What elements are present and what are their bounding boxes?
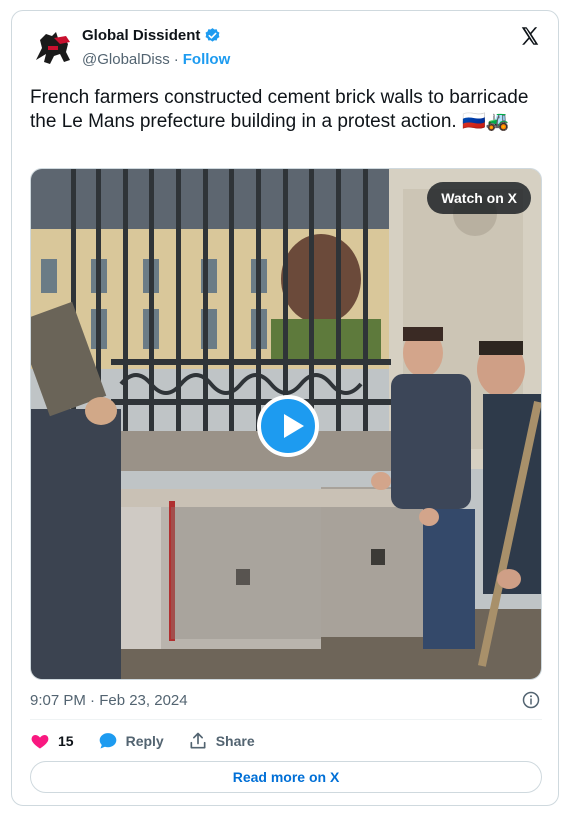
verified-badge-icon (205, 28, 220, 42)
author-handle[interactable]: @GlobalDiss (82, 51, 170, 68)
follow-button[interactable]: Follow (183, 51, 231, 68)
share-button[interactable]: Share (188, 731, 255, 751)
share-icon (190, 732, 206, 749)
info-icon[interactable] (522, 691, 540, 709)
watch-on-x-button[interactable]: Watch on X (427, 182, 531, 214)
reply-bubble-icon (99, 733, 116, 749)
author-handle-row: @GlobalDiss · Follow (82, 51, 230, 68)
divider (30, 719, 542, 720)
video-player[interactable]: Watch on X (30, 168, 542, 680)
author-name-row: Global Dissident (82, 27, 221, 44)
read-more-button[interactable]: Read more on X (30, 761, 542, 793)
reply-label: Reply (125, 733, 164, 749)
avatar[interactable] (30, 26, 76, 70)
like-count: 15 (58, 733, 74, 749)
like-button[interactable]: 15 (30, 731, 74, 751)
action-bar: 15 Reply Share (30, 731, 279, 751)
separator-dot: · (173, 51, 179, 68)
timestamp[interactable]: 9:07 PM · Feb 23, 2024 (30, 692, 188, 709)
author-name[interactable]: Global Dissident (82, 27, 200, 44)
reply-button[interactable]: Reply (98, 731, 164, 751)
heart-icon (31, 735, 49, 749)
tweet-text: French farmers constructed cement brick … (30, 87, 529, 132)
x-logo-icon[interactable] (519, 25, 541, 47)
share-label: Share (215, 733, 255, 749)
play-button[interactable] (257, 395, 319, 457)
